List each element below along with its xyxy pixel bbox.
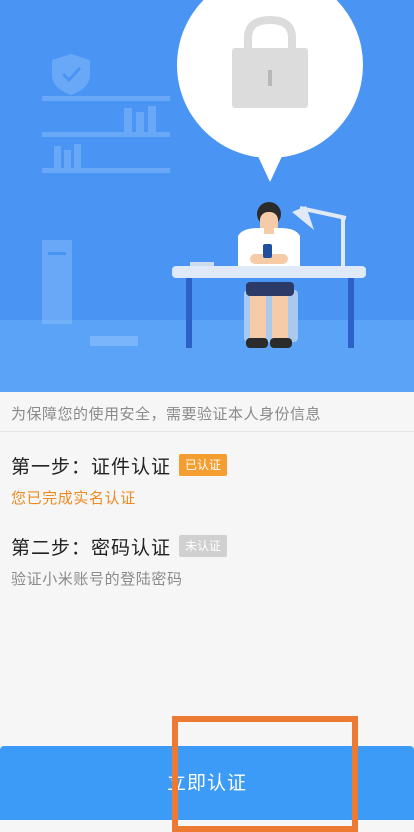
floor-block: [90, 336, 138, 346]
hero-illustration: [0, 0, 414, 392]
status-badge-unverified: 未认证: [179, 535, 228, 557]
step-title: 第二步：密码认证: [11, 536, 172, 559]
desk-lamp: [292, 206, 358, 270]
step-title: 第一步：证件认证: [11, 455, 172, 478]
status-badge-verified: 已认证: [179, 454, 228, 476]
verify-now-button[interactable]: 立即认证: [0, 746, 414, 820]
verify-now-label: 立即认证: [166, 772, 247, 794]
intro-section: 为保障您的使用安全，需要验证本人身份信息: [0, 392, 414, 432]
step-description: 验证小米账号的登陆密码: [11, 570, 183, 588]
bookshelf: [42, 96, 170, 173]
step-title-row: 第二步：密码认证 未认证: [11, 533, 401, 559]
cabinet: [42, 240, 72, 324]
intro-text: 为保障您的使用安全，需要验证本人身份信息: [11, 405, 322, 423]
security-illustration: [0, 0, 414, 392]
step-password-verification: 第二步：密码认证 未认证 验证小米账号的登陆密码: [11, 533, 401, 589]
step-title-row: 第一步：证件认证 已认证: [11, 452, 401, 478]
step-id-verification: 第一步：证件认证 已认证 您已完成实名认证: [11, 452, 401, 508]
step-description: 您已完成实名认证: [11, 489, 136, 507]
shield-icon: [52, 54, 90, 95]
